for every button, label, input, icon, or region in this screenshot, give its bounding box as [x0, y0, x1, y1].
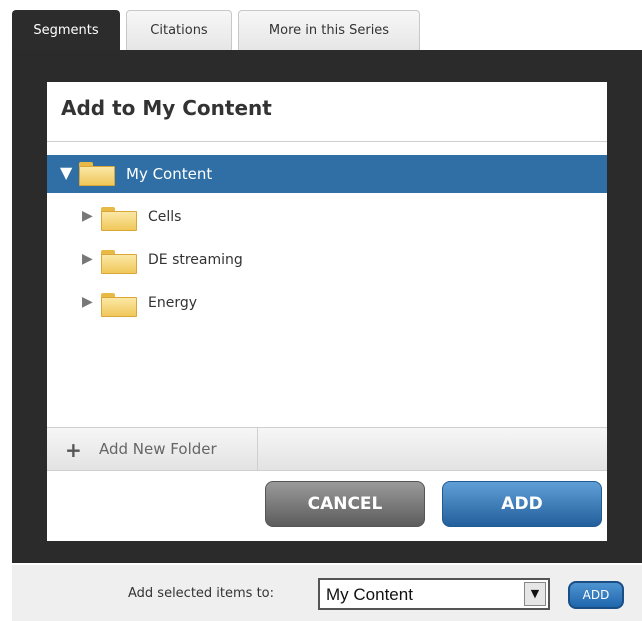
dialog-title: Add to My Content — [61, 96, 272, 120]
add-button[interactable]: ADD — [442, 481, 602, 527]
divider — [47, 141, 607, 142]
add-new-folder-button[interactable]: + Add New Folder — [47, 428, 258, 470]
tree-item-my-content[interactable]: ▼ My Content — [47, 155, 607, 193]
folder-icon — [101, 207, 137, 231]
tree-item-label: Cells — [148, 209, 182, 225]
bottom-bar: Add selected items to: My Content ▼ ADD — [12, 565, 642, 621]
expand-right-arrow-icon[interactable]: ▶ — [82, 251, 93, 267]
tab-segments[interactable]: Segments — [12, 10, 120, 52]
tree-item-label: Energy — [148, 295, 198, 311]
tab-citations[interactable]: Citations — [126, 10, 232, 50]
tree-item-cells[interactable]: ▶ Cells — [47, 198, 607, 234]
tab-more-in-series[interactable]: More in this Series — [238, 10, 420, 50]
folder-toolbar: + Add New Folder — [47, 427, 607, 471]
expand-down-arrow-icon[interactable]: ▼ — [60, 163, 72, 182]
add-new-folder-label: Add New Folder — [99, 440, 217, 458]
tree-item-de-streaming[interactable]: ▶ DE streaming — [47, 241, 607, 277]
folder-icon — [101, 250, 137, 274]
expand-right-arrow-icon[interactable]: ▶ — [82, 208, 93, 224]
content-frame: Add to My Content ▼ My Content ▶ Cells ▶… — [12, 50, 642, 563]
select-value: My Content — [326, 585, 413, 604]
tree-item-energy[interactable]: ▶ Energy — [47, 284, 607, 320]
bottom-add-button[interactable]: ADD — [568, 581, 624, 609]
folder-icon — [101, 293, 137, 317]
folder-icon — [79, 162, 115, 186]
expand-right-arrow-icon[interactable]: ▶ — [82, 294, 93, 310]
plus-icon: + — [65, 438, 82, 462]
dropdown-arrow-icon[interactable]: ▼ — [524, 582, 546, 606]
add-to-my-content-dialog: Add to My Content ▼ My Content ▶ Cells ▶… — [47, 82, 607, 541]
add-selected-items-label: Add selected items to: — [128, 586, 275, 601]
tree-item-label: DE streaming — [148, 252, 243, 268]
tree-item-label: My Content — [126, 165, 213, 183]
cancel-button[interactable]: CANCEL — [265, 481, 425, 527]
destination-select[interactable]: My Content ▼ — [318, 578, 550, 610]
